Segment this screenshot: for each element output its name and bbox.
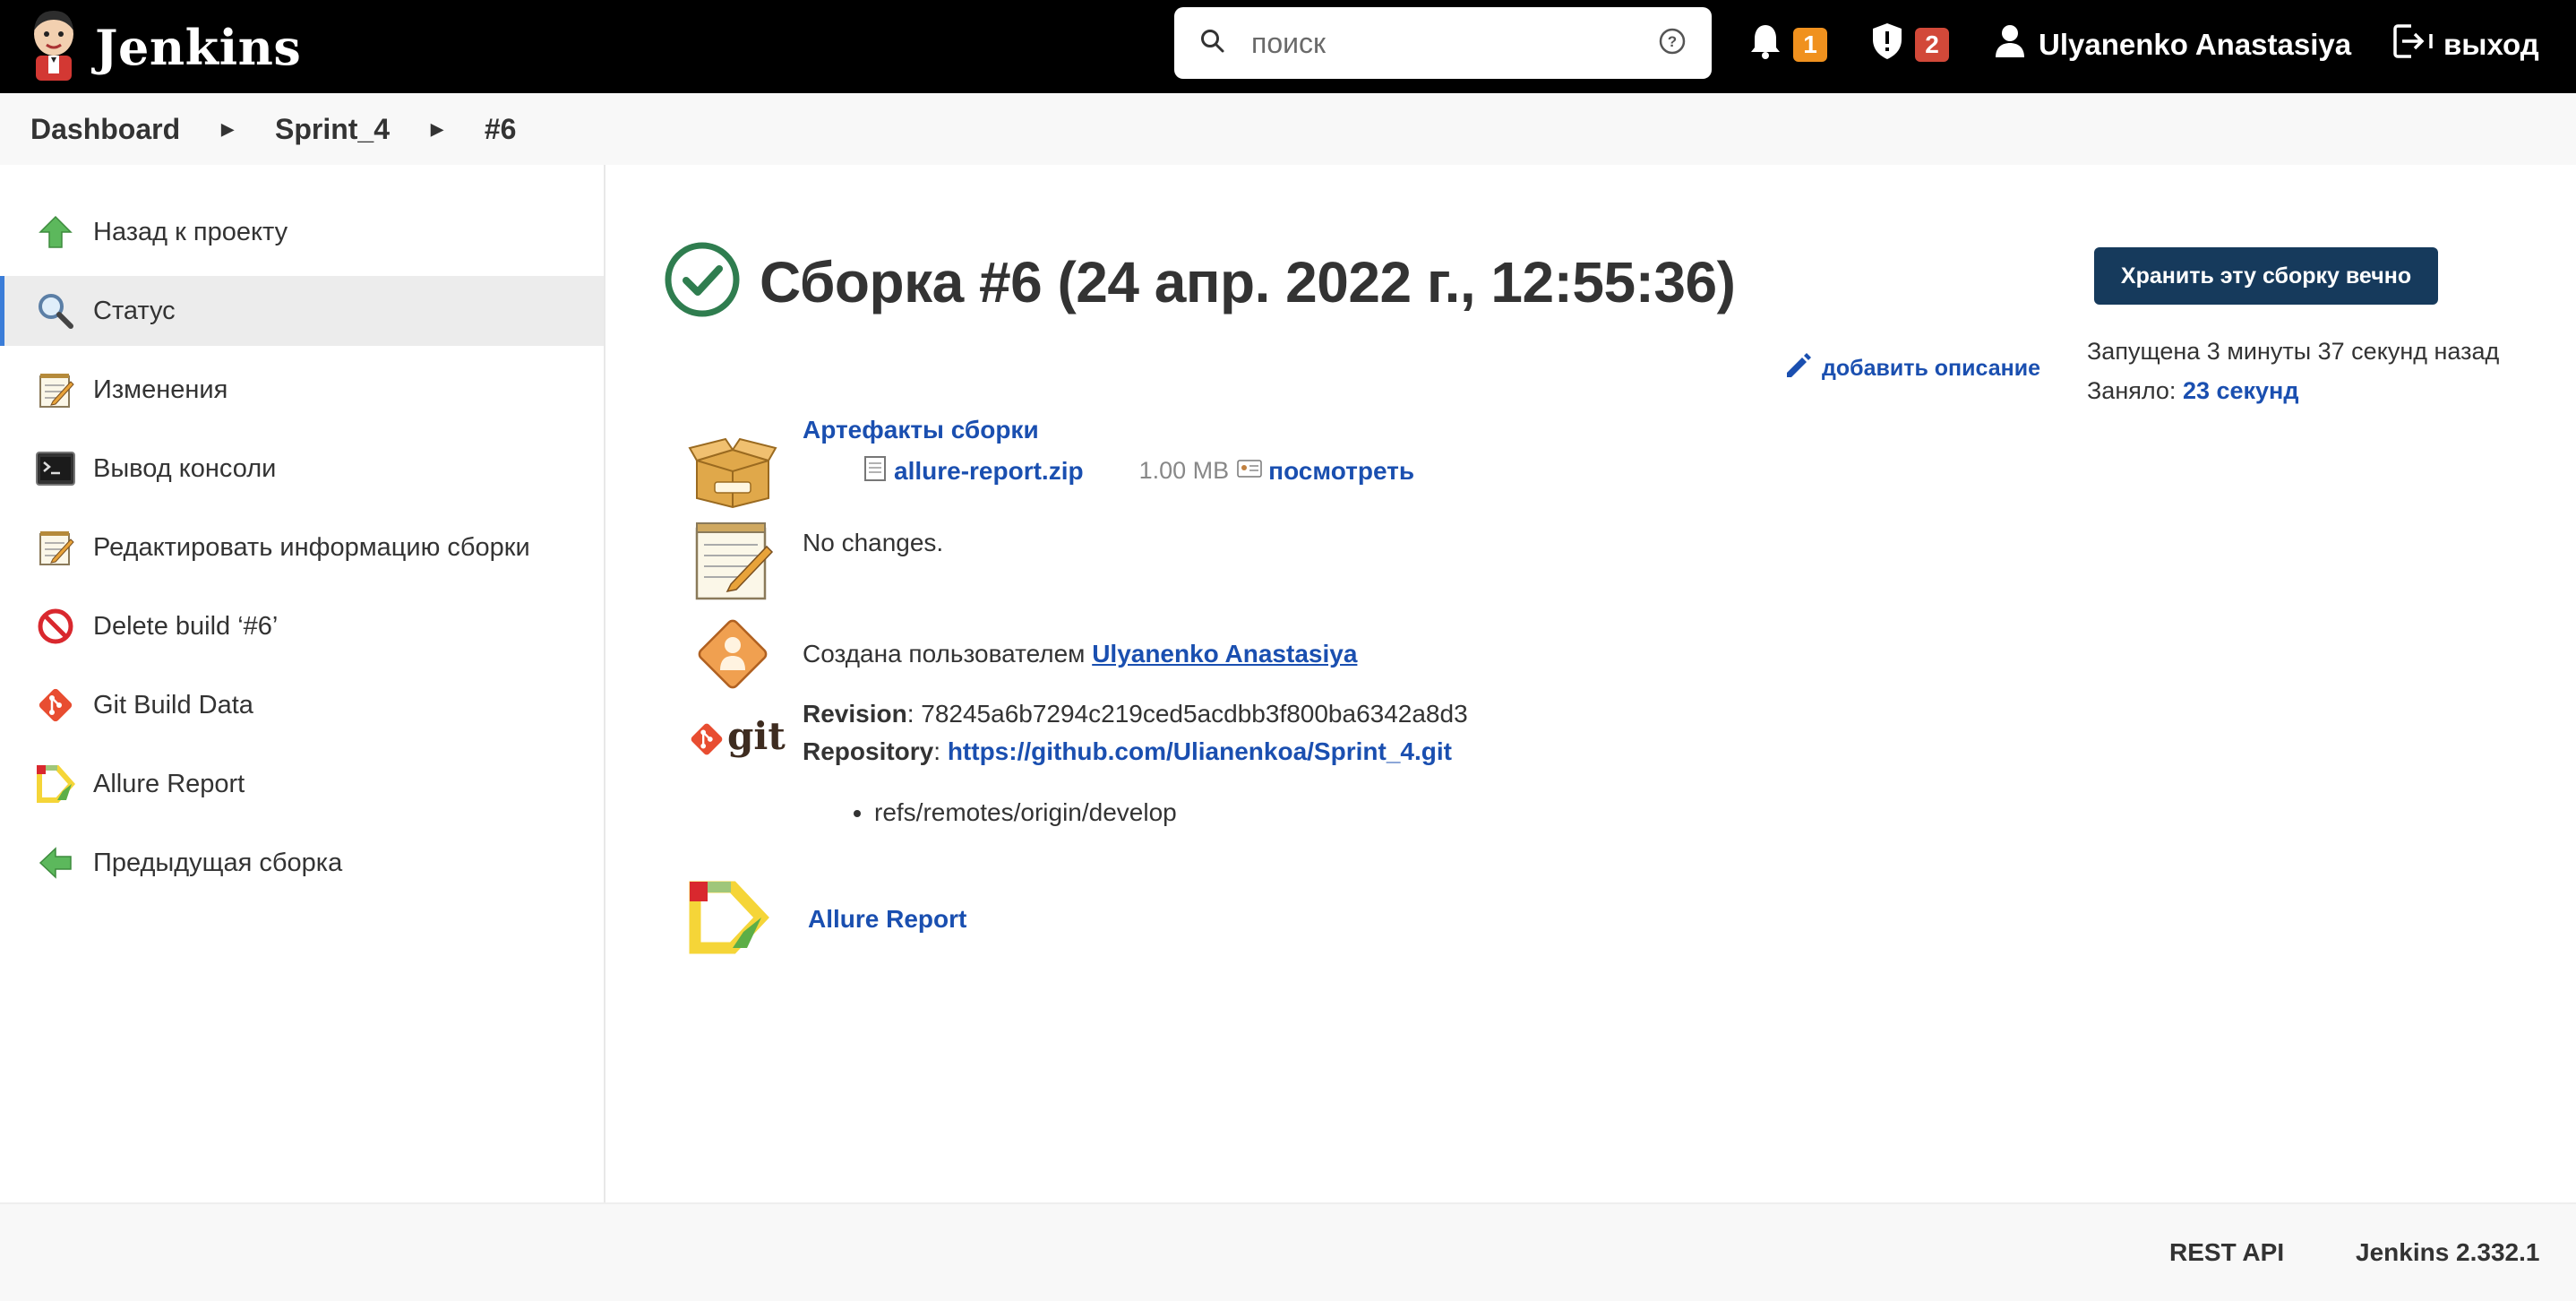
sidebar-item-label: Предыдущая сборка	[93, 848, 343, 877]
repository-link[interactable]: https://github.com/Ulianenkoa/Sprint_4.g…	[948, 737, 1452, 765]
sidebar-item-label: Delete build ‘#6’	[93, 611, 279, 641]
revision-label: Revision	[803, 700, 907, 728]
refs-list: refs/remotes/origin/develop	[874, 794, 1468, 831]
build-timing: Запущена 3 минуты 37 секунд назад Заняло…	[2087, 332, 2499, 410]
user-icon	[1994, 23, 2026, 66]
sidebar-item-label: Редактировать информацию сборки	[93, 532, 530, 562]
notifications-badge: 1	[1793, 28, 1827, 62]
artifact-file-link[interactable]: allure-report.zip	[894, 457, 1084, 486]
no-changes-text: No changes.	[803, 529, 944, 556]
user-cause-icon	[688, 613, 777, 703]
artifacts-heading-link[interactable]: Артефакты сборки	[803, 416, 1039, 444]
sidebar-item-delete-build[interactable]: Delete build ‘#6’	[0, 591, 604, 661]
left-arrow-icon	[36, 843, 75, 883]
file-icon	[863, 455, 887, 487]
breadcrumb: Dashboard ▶ Sprint_4 ▶ #6	[0, 93, 2576, 165]
pencil-icon	[1782, 349, 1815, 388]
logout-button[interactable]: выход	[2393, 20, 2539, 70]
jenkins-logo-link[interactable]: Jenkins	[27, 7, 301, 87]
user-name: Ulyanenko Anastasiya	[2039, 28, 2352, 61]
keep-build-forever-button[interactable]: Хранить эту сборку вечно	[2094, 247, 2438, 305]
breadcrumb-project[interactable]: Sprint_4	[275, 113, 390, 146]
security-button[interactable]: 2	[1870, 20, 1949, 70]
fingerprint-icon	[1236, 458, 1263, 484]
page-title: Сборка #6 (24 апр. 2022 г., 12:55:36)	[760, 249, 1736, 314]
sidebar-item-changes[interactable]: Изменения	[0, 355, 604, 425]
search-box: ?	[1174, 7, 1712, 79]
jenkins-butler-icon	[27, 7, 81, 87]
notepad-icon	[36, 528, 75, 567]
help-icon[interactable]: ?	[1658, 27, 1687, 60]
sidebar-item-label: Изменения	[93, 375, 228, 404]
bell-icon	[1748, 22, 1782, 67]
rest-api-link[interactable]: REST API	[2169, 1238, 2284, 1267]
brand-name: Jenkins	[95, 18, 302, 76]
revision-value: 78245a6b7294c219ced5acdbb3f800ba6342a8d3	[921, 700, 1468, 728]
svg-text:?: ?	[1668, 33, 1677, 50]
git-icon	[36, 685, 75, 725]
sidebar-item-previous-build[interactable]: Предыдущая сборка	[0, 828, 604, 898]
allure-report-link[interactable]: Allure Report	[808, 905, 966, 934]
created-by-row: Создана пользователем Ulyanenko Anastasi…	[803, 640, 1357, 668]
user-menu[interactable]: Ulyanenko Anastasiya	[1994, 20, 2351, 70]
search-icon	[1199, 28, 1226, 59]
sidebar-item-label: Git Build Data	[93, 690, 253, 719]
sidebar-item-git-build-data[interactable]: Git Build Data	[0, 670, 604, 740]
magnifier-icon	[36, 291, 75, 331]
repository-row: Repository: https://github.com/Ulianenko…	[803, 737, 1452, 765]
search-input[interactable]	[1251, 26, 1658, 60]
duration-row: Заняло: 23 секунд	[2087, 371, 2499, 410]
breadcrumb-build[interactable]: #6	[485, 113, 517, 146]
created-by-label: Создана пользователем	[803, 640, 1086, 668]
duration-link[interactable]: 23 секунд	[2183, 377, 2299, 404]
logout-label: выход	[2443, 28, 2539, 61]
artifact-file-size: 1.00 MB	[1138, 457, 1230, 484]
security-badge: 2	[1915, 28, 1949, 62]
git-logo-text: git	[727, 713, 786, 758]
sidebar-item-back-to-project[interactable]: Назад к проекту	[0, 197, 604, 267]
sidebar-item-allure-report[interactable]: Allure Report	[0, 749, 604, 819]
sidebar-item-status[interactable]: Статус	[0, 276, 604, 346]
sidebar-item-label: Allure Report	[93, 769, 245, 798]
logout-icon	[2393, 23, 2433, 66]
git-logo-icon: git	[688, 714, 786, 758]
breadcrumb-dashboard[interactable]: Dashboard	[30, 113, 180, 146]
notepad-icon	[690, 520, 776, 607]
sidebar-item-label: Вывод консоли	[93, 453, 277, 483]
repository-label: Repository	[803, 737, 934, 765]
sidebar-item-label: Назад к проекту	[93, 217, 288, 246]
allure-icon	[36, 764, 75, 804]
main-content: Сборка #6 (24 апр. 2022 г., 12:55:36) Хр…	[607, 165, 2576, 1202]
revision-row: Revision: 78245a6b7294c219ced5acdbb3f800…	[803, 700, 1468, 728]
top-header: Jenkins ? 1 2 Ulyanenko Anastasiya выход	[0, 0, 2576, 93]
view-artifact-link[interactable]: посмотреть	[1268, 457, 1414, 486]
add-description-link[interactable]: добавить описание	[1782, 349, 2040, 388]
add-description-label: добавить описание	[1822, 356, 2041, 381]
allure-icon	[688, 880, 770, 960]
artifact-file-row: allure-report.zip 1.00 MB посмотреть	[863, 455, 1414, 487]
jenkins-version-link[interactable]: Jenkins 2.332.1	[2356, 1238, 2539, 1267]
build-title-row: Сборка #6 (24 апр. 2022 г., 12:55:36)	[663, 240, 1736, 323]
sidebar-item-console-output[interactable]: Вывод консоли	[0, 434, 604, 504]
shield-icon	[1870, 22, 1904, 68]
took-label: Заняло:	[2087, 377, 2177, 404]
terminal-icon	[36, 449, 75, 488]
sidebar-item-edit-build-info[interactable]: Редактировать информацию сборки	[0, 513, 604, 582]
breadcrumb-separator-icon: ▶	[221, 119, 234, 138]
footer: REST API Jenkins 2.332.1	[0, 1202, 2576, 1301]
sidebar-item-label: Статус	[93, 296, 176, 325]
up-arrow-icon	[36, 212, 75, 252]
notepad-icon	[36, 370, 75, 409]
git-details: Revision: 78245a6b7294c219ced5acdbb3f800…	[803, 695, 1468, 831]
started-text: Запущена 3 минуты 37 секунд назад	[2087, 338, 2500, 365]
package-box-icon	[688, 434, 777, 513]
ref-item: refs/remotes/origin/develop	[874, 794, 1468, 831]
no-entry-icon	[36, 607, 75, 646]
created-by-user-link[interactable]: Ulyanenko Anastasiya	[1092, 640, 1357, 668]
sidebar: Назад к проекту Статус Изменения Вывод к…	[0, 165, 605, 1202]
success-check-icon	[663, 240, 742, 323]
breadcrumb-separator-icon: ▶	[431, 119, 443, 138]
notifications-button[interactable]: 1	[1748, 20, 1827, 70]
